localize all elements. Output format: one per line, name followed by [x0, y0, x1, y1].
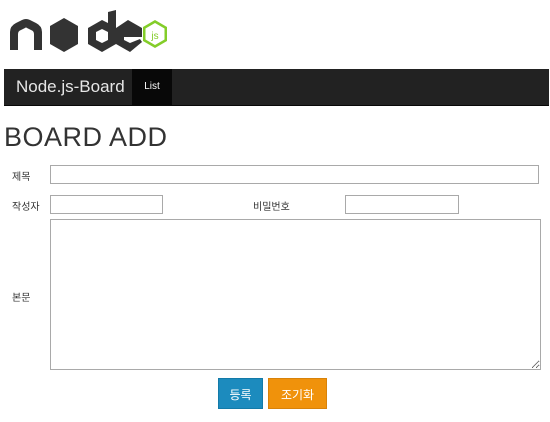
password-label: 비밀번호	[253, 202, 290, 213]
page-title: BOARD ADD	[4, 122, 168, 152]
submit-button[interactable]: 등록	[218, 378, 263, 409]
content-label: 본문	[12, 293, 31, 304]
content-textarea[interactable]	[50, 219, 541, 370]
reset-button[interactable]: 조기화	[268, 378, 327, 409]
author-label: 작성자	[12, 202, 40, 213]
title-label: 제목	[12, 172, 31, 183]
svg-text:js: js	[150, 31, 158, 42]
nav-item-list[interactable]: List	[132, 69, 172, 105]
password-input[interactable]	[345, 195, 459, 214]
author-input[interactable]	[50, 195, 163, 214]
title-input[interactable]	[50, 165, 539, 184]
nodejs-logo: js	[8, 6, 168, 58]
navbar-brand[interactable]: Node.js-Board	[16, 69, 125, 105]
top-navbar: Node.js-Board List	[4, 69, 549, 106]
